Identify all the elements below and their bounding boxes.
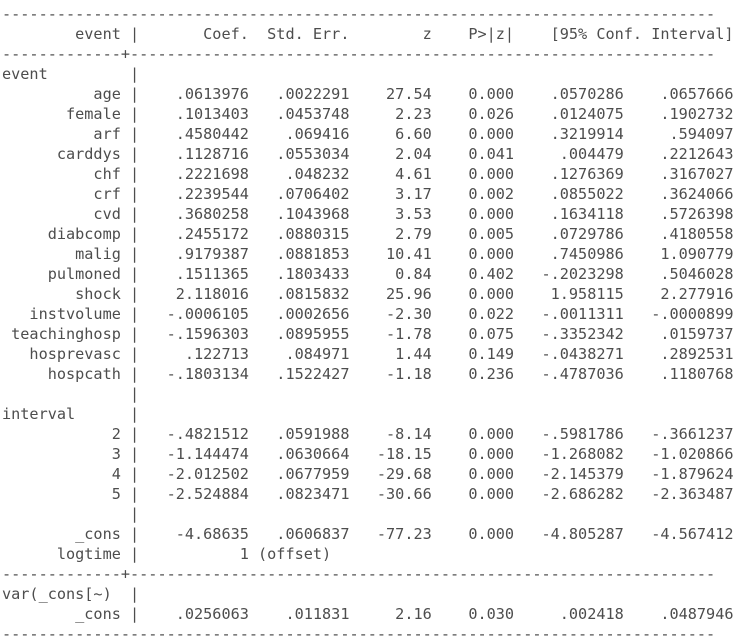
- regression-output-table: ----------------------------------------…: [2, 5, 734, 643]
